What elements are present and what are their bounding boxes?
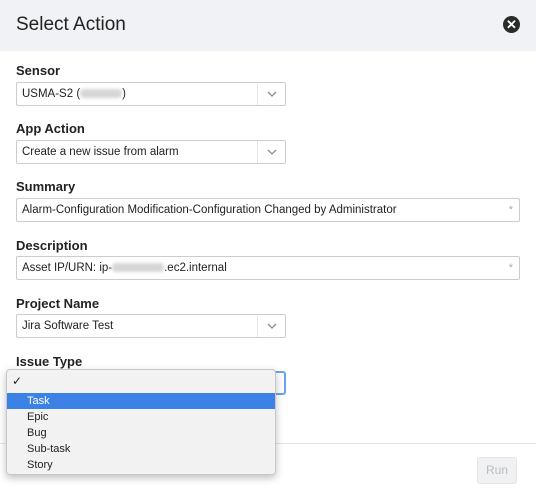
issue-type-dropdown: ✓ Task Epic Bug Sub-task Story xyxy=(6,369,276,475)
project-name-value: Jira Software Test xyxy=(22,320,114,332)
checkmark-icon: ✓ xyxy=(12,374,23,388)
dialog-header: Select Action ✕ xyxy=(0,0,536,51)
project-name-label: Project Name xyxy=(16,296,100,311)
app-action-select[interactable]: Create a new issue from alarm xyxy=(16,140,286,164)
summary-value: Alarm-Configuration Modification-Configu… xyxy=(22,204,397,216)
app-action-label: App Action xyxy=(16,121,85,136)
summary-input[interactable]: Alarm-Configuration Modification-Configu… xyxy=(16,198,520,222)
dialog-title: Select Action xyxy=(16,14,126,35)
dropdown-option-task[interactable]: Task xyxy=(7,393,275,409)
dropdown-option-bug[interactable]: Bug xyxy=(7,425,275,441)
dropdown-option-story[interactable]: Story xyxy=(7,457,275,473)
required-mark: * xyxy=(508,204,513,216)
sensor-value: USMA-S2 () xyxy=(22,88,126,100)
description-label: Description xyxy=(16,238,88,253)
chevron-down-icon xyxy=(257,83,285,105)
required-mark: * xyxy=(508,262,513,274)
chevron-down-icon xyxy=(257,315,285,337)
summary-label: Summary xyxy=(16,179,76,194)
chevron-down-icon xyxy=(257,141,285,163)
dropdown-empty-option[interactable]: ✓ xyxy=(7,370,275,392)
close-icon[interactable]: ✕ xyxy=(503,16,520,33)
sensor-label: Sensor xyxy=(16,63,61,78)
dropdown-option-epic[interactable]: Epic xyxy=(7,409,275,425)
app-action-value: Create a new issue from alarm xyxy=(22,146,179,158)
project-name-select[interactable]: Jira Software Test xyxy=(16,314,286,338)
description-input[interactable]: Asset IP/URN: ip- .ec2.internal * xyxy=(16,256,520,280)
description-value: Asset IP/URN: ip- .ec2.internal xyxy=(22,262,227,274)
dropdown-option-sub-task[interactable]: Sub-task xyxy=(7,441,275,457)
sensor-select[interactable]: USMA-S2 () xyxy=(16,82,286,106)
run-button[interactable]: Run xyxy=(477,457,517,484)
issue-type-label: Issue Type xyxy=(16,354,83,369)
